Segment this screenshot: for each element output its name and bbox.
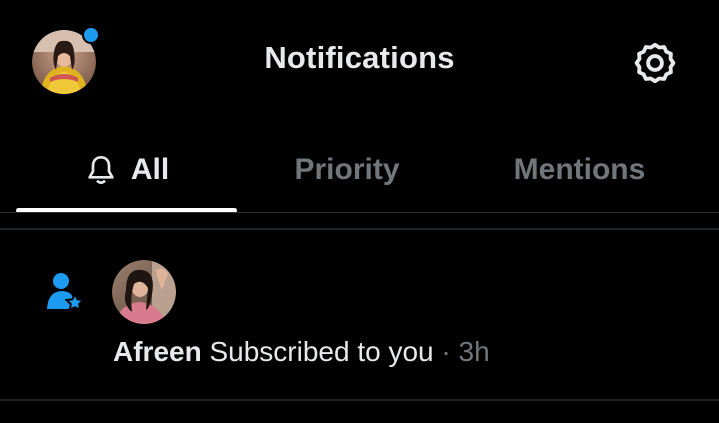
- notification-action: Subscribed to you: [209, 336, 434, 367]
- person-star-icon: [47, 273, 86, 312]
- subscriber-name[interactable]: Afreen: [113, 336, 202, 367]
- tab-all-label: All: [130, 153, 170, 186]
- separator-dot: ·: [441, 336, 451, 367]
- tabs-divider: [0, 212, 719, 213]
- notification-text: Afreen Subscribed to you · 3h: [113, 334, 490, 370]
- notification-timestamp: 3h: [458, 336, 490, 367]
- tab-all[interactable]: All: [0, 126, 254, 214]
- gear-icon[interactable]: [632, 40, 678, 86]
- tab-mentions[interactable]: Mentions: [440, 126, 719, 214]
- notification-tabs: All Priority Mentions: [0, 126, 719, 214]
- subscriber-avatar[interactable]: [112, 260, 176, 324]
- top-bar: Notifications: [0, 0, 719, 126]
- tab-mentions-label: Mentions: [513, 153, 646, 186]
- notification-item[interactable]: Afreen Subscribed to you · 3h: [0, 230, 719, 400]
- notification-divider: [0, 399, 719, 401]
- tab-priority[interactable]: Priority: [254, 126, 440, 214]
- tab-priority-label: Priority: [294, 153, 400, 186]
- bell-icon: [88, 156, 114, 184]
- page-title: Notifications: [264, 40, 455, 75]
